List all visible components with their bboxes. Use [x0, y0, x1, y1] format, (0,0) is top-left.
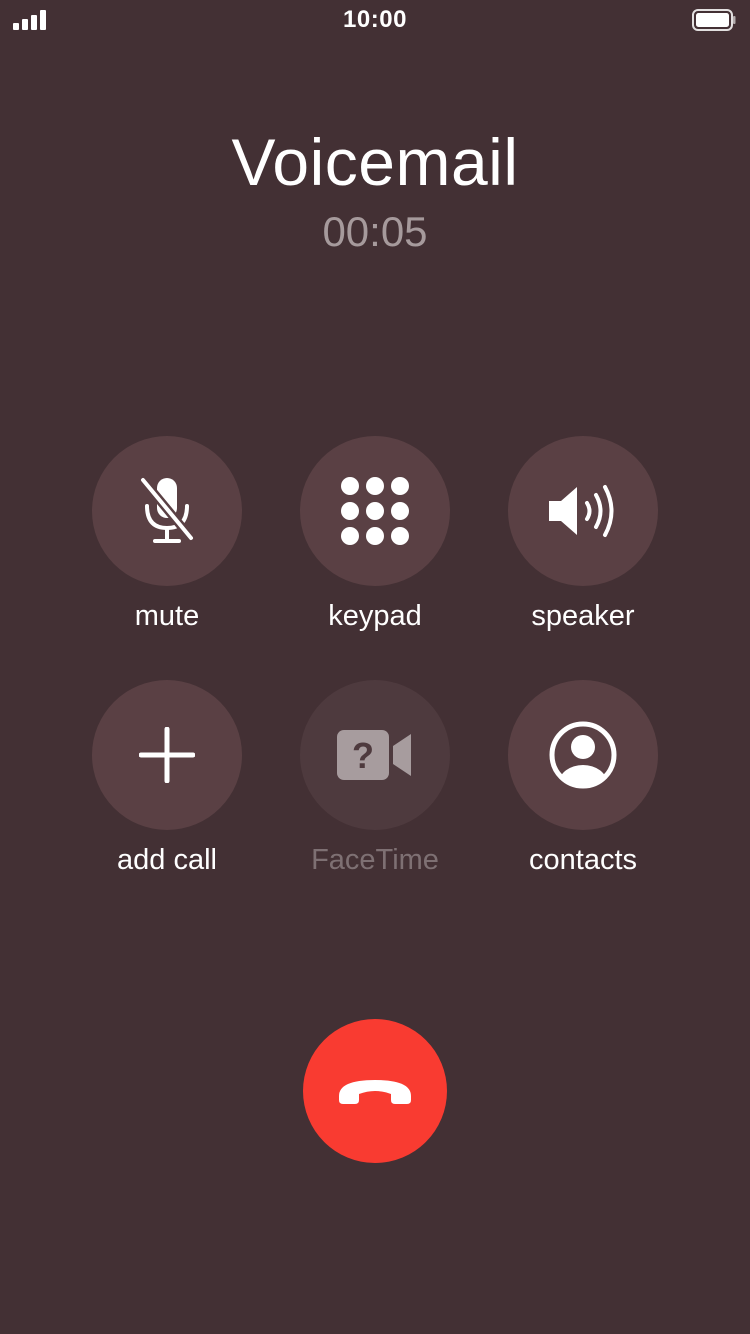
plus-icon — [139, 727, 195, 783]
mute-label: mute — [134, 600, 200, 632]
add-call-button[interactable] — [92, 680, 242, 830]
contacts-label: contacts — [529, 844, 637, 876]
facetime-unavailable-icon: ? — [337, 730, 411, 780]
end-call-button[interactable] — [303, 1019, 447, 1163]
contacts-button[interactable] — [508, 680, 658, 830]
keypad-button[interactable] — [300, 436, 450, 586]
add-call-label: add call — [117, 844, 217, 876]
speaker-icon — [549, 485, 614, 537]
call-duration: 00:05 — [322, 208, 428, 255]
facetime-label: FaceTime — [311, 844, 439, 876]
battery-full-icon — [692, 9, 736, 31]
svg-text:?: ? — [352, 735, 374, 776]
speaker-label: speaker — [531, 600, 635, 632]
keypad-label: keypad — [328, 600, 422, 632]
keypad-icon — [341, 477, 409, 545]
facetime-button[interactable]: ? — [300, 680, 450, 830]
contact-person-icon — [549, 721, 617, 789]
status-time: 10:00 — [343, 6, 407, 33]
microphone-slash-icon — [138, 475, 196, 543]
mute-button[interactable] — [92, 436, 242, 586]
phone-hangup-icon — [339, 1080, 411, 1104]
contact-name: Voicemail — [231, 125, 519, 199]
speaker-button[interactable] — [508, 436, 658, 586]
status-bar: 10:00 — [0, 0, 750, 40]
